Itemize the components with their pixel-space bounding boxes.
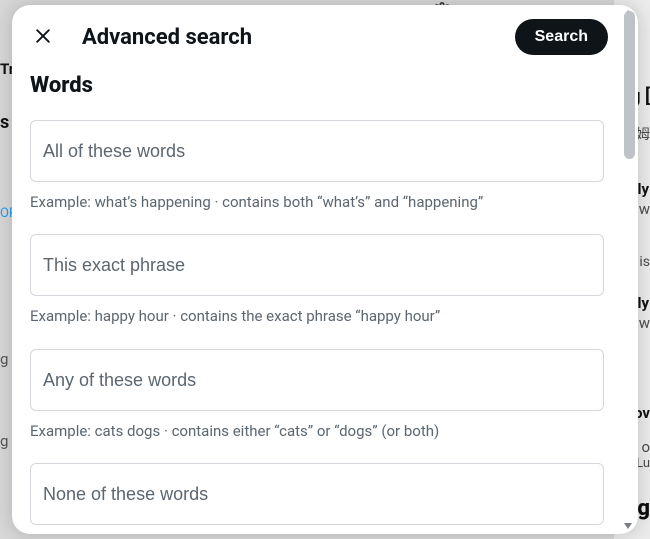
page-backdrop: Tre s t OR g g g [ 姆 ly w is ly w ov o L…	[0, 0, 650, 539]
advanced-search-modal: Advanced search Search Words Example: wh…	[12, 5, 638, 534]
modal-content: Words Example: what’s happening · contai…	[12, 73, 622, 534]
scrollbar-thumb[interactable]	[624, 11, 635, 159]
none-words-hint: Example: cats dogs · does not contain “c…	[30, 533, 604, 534]
none-words-input[interactable]	[30, 463, 604, 525]
any-words-hint: Example: cats dogs · contains either “ca…	[30, 421, 604, 441]
modal-header: Advanced search Search	[12, 5, 622, 65]
scroll-down-icon[interactable]	[623, 521, 633, 531]
field-any-words: Example: cats dogs · contains either “ca…	[30, 349, 604, 441]
all-words-hint: Example: what’s happening · contains bot…	[30, 192, 604, 212]
field-exact-phrase: Example: happy hour · contains the exact…	[30, 234, 604, 326]
bg-text: g	[0, 432, 8, 450]
field-none-words: Example: cats dogs · does not contain “c…	[30, 463, 604, 534]
exact-phrase-input[interactable]	[30, 234, 604, 296]
close-icon	[33, 26, 53, 49]
scrollbar[interactable]	[624, 11, 635, 528]
all-words-input[interactable]	[30, 120, 604, 182]
bg-text: g	[0, 350, 8, 368]
field-all-words: Example: what’s happening · contains bot…	[30, 120, 604, 212]
modal-title: Advanced search	[82, 25, 493, 50]
close-button[interactable]	[26, 20, 60, 54]
search-button[interactable]: Search	[515, 19, 608, 55]
section-title-words: Words	[30, 73, 604, 98]
exact-phrase-hint: Example: happy hour · contains the exact…	[30, 306, 604, 326]
any-words-input[interactable]	[30, 349, 604, 411]
